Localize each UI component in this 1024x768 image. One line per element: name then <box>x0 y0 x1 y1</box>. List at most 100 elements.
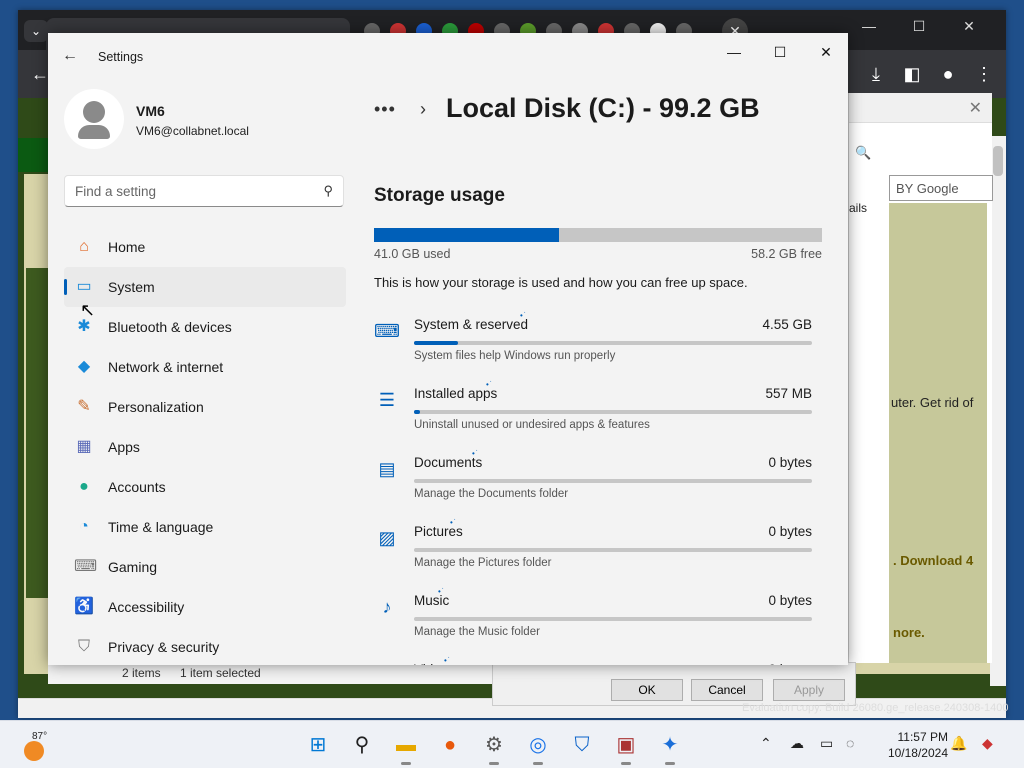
free-label: 58.2 GB free <box>751 247 822 261</box>
clock[interactable]: 11:57 PM 10/18/2024 <box>870 729 948 761</box>
profile-icon[interactable]: ● <box>936 62 960 86</box>
storage-category[interactable]: ⌨ System & reserved •˙ 4.55 GB System files … <box>374 311 822 381</box>
app-title: Settings <box>98 50 144 64</box>
picture-icon: ▨ <box>378 528 396 548</box>
google-search-panel: ✕ 🔍 BY Google ails uter. Get rid of . Do… <box>848 93 993 663</box>
taskbar: 87° ⊞ ⚲ ▬ ● ⚙ ◎ ⛉ ▣ ✦ ⌃ ☁ ▭ ◌ 11:57 PM 1… <box>0 720 1024 768</box>
breadcrumb-overflow-button[interactable]: ••• <box>374 99 396 120</box>
user-profile[interactable]: VM6 VM6@collabnet.local <box>64 89 364 153</box>
sidebar-item-label: Personalization <box>108 399 204 415</box>
category-name: Installed apps <box>414 386 498 401</box>
search-icon[interactable]: 🔍 <box>855 145 871 161</box>
storage-category[interactable]: ☰ Installed apps •˙ 557 MB Uninstall unused … <box>374 380 822 450</box>
close-icon[interactable]: ✕ <box>806 39 846 65</box>
sidebar-item-accounts[interactable]: ● Accounts <box>64 467 346 507</box>
category-usage-bar <box>414 479 812 483</box>
mouse-cursor-icon: ↖ <box>80 300 96 320</box>
search-placeholder: Find a setting <box>75 184 157 199</box>
sidebar-item-personalization[interactable]: ✎ Personalization <box>64 387 346 427</box>
category-size: 0 bytes <box>768 455 812 470</box>
home-icon: ⌂ <box>79 238 89 255</box>
category-usage-fill <box>414 410 420 414</box>
sidebar-item-label: Apps <box>108 439 140 455</box>
settings-nav: ⌂ Home ▭ System ✱ Bluetooth & devices ◆ Network… <box>64 227 346 665</box>
settings-window: ← Settings — ☐ ✕ VM6 VM6@collabnet.local… <box>48 33 848 665</box>
storage-category[interactable]: ▨ Pictures •˙ 0 bytes Manage the Pictures fo… <box>374 518 822 588</box>
store-app-icon[interactable]: ✦ <box>656 731 684 765</box>
more-link[interactable]: nore. <box>893 625 925 640</box>
copilot-icon[interactable]: ◆ <box>982 735 993 752</box>
close-icon[interactable]: ✕ <box>954 18 984 35</box>
download-link[interactable]: . Download 4 <box>893 553 973 568</box>
download-icon[interactable]: ⤓ <box>864 62 888 86</box>
scrollbar-thumb[interactable] <box>993 146 1003 176</box>
gamepad-icon: ⌨ <box>74 558 98 575</box>
notification-bell-icon[interactable]: 🔔 <box>950 735 967 752</box>
loading-spinner-icon: •˙ <box>520 311 528 320</box>
more-menu-icon[interactable]: ⋮ <box>972 62 996 86</box>
file-explorer-icon[interactable]: ▬ <box>392 731 420 765</box>
maximize-icon[interactable]: ☐ <box>760 39 800 65</box>
maximize-icon[interactable]: ☐ <box>904 18 934 35</box>
sidebar-item-time-language[interactable]: ◔ Time & language <box>64 507 346 547</box>
folder-icon: ▤ <box>378 459 396 479</box>
laptop-icon: ⌨ <box>374 321 400 341</box>
category-size: 0 bytes <box>768 662 812 665</box>
avatar-body <box>78 125 110 139</box>
sidebar-item-bluetooth-devices[interactable]: ✱ Bluetooth & devices <box>64 307 346 347</box>
clock-time: 11:57 PM <box>897 730 948 744</box>
avatar[interactable] <box>64 89 124 149</box>
storage-used-fill <box>374 228 560 242</box>
category-description: Manage the Pictures folder <box>414 557 552 569</box>
cancel-button[interactable]: Cancel <box>691 679 763 701</box>
sidebar-item-privacy-security[interactable]: ⛉ Privacy & security <box>64 627 346 665</box>
minimize-icon[interactable]: — <box>854 18 884 34</box>
storage-description: This is how your storage is used and how… <box>374 275 748 290</box>
network-icon[interactable]: ▭ <box>820 735 833 752</box>
chevron-right-icon: › <box>420 99 426 119</box>
back-arrow-icon[interactable]: ← <box>62 47 78 65</box>
sidebar-item-label: System <box>108 279 155 295</box>
category-description: Manage the Documents folder <box>414 488 569 500</box>
sidebar-item-home[interactable]: ⌂ Home <box>64 227 346 267</box>
sidebar-icon[interactable]: ◧ <box>900 62 924 86</box>
search-icon[interactable]: ⚲ <box>348 731 376 759</box>
sidebar-item-system[interactable]: ▭ System <box>64 267 346 307</box>
app-icon[interactable]: ▣ <box>612 731 640 765</box>
settings-gear-icon[interactable]: ⚙ <box>480 731 508 765</box>
sidebar-item-label: Accessibility <box>108 599 185 615</box>
volume-icon[interactable]: ◌ <box>846 735 854 751</box>
storage-category[interactable]: ♪ Music •˙ 0 bytes Manage the Music folder <box>374 587 822 657</box>
category-name: System & reserved <box>414 317 529 332</box>
category-size: 0 bytes <box>768 524 812 539</box>
start-icon[interactable]: ⊞ <box>304 731 332 759</box>
sidebar-item-accessibility[interactable]: ♿ Accessibility <box>64 587 346 627</box>
apps-icon: ▦ <box>76 438 92 455</box>
google-search-box[interactable]: BY Google <box>889 175 993 201</box>
details-link[interactable]: ails <box>849 201 867 215</box>
sidebar-item-label: Network & internet <box>108 359 224 375</box>
vertical-scrollbar[interactable] <box>990 136 1006 686</box>
page-title: Local Disk (C:) - 99.2 GB <box>446 93 760 123</box>
firefox-icon[interactable]: ● <box>436 731 464 759</box>
minimize-icon[interactable]: — <box>714 39 754 65</box>
chevron-up-icon[interactable]: ⌃ <box>760 735 772 752</box>
sidebar-item-network-internet[interactable]: ◆ Network & internet <box>64 347 346 387</box>
sidebar-item-apps[interactable]: ▦ Apps <box>64 427 346 467</box>
panel-search[interactable]: 🔍 <box>849 133 993 173</box>
settings-search-input[interactable]: Find a setting ⚲ <box>64 175 344 207</box>
tab-search-button[interactable]: ⌄ <box>24 20 48 42</box>
user-name: VM6 <box>136 103 165 119</box>
sidebar-item-gaming[interactable]: ⌨ Gaming <box>64 547 346 587</box>
breadcrumb: ••• › Local Disk (C:) - 99.2 GB <box>374 93 822 133</box>
chrome-icon[interactable]: ◎ <box>524 731 552 765</box>
close-icon[interactable]: ✕ <box>969 98 982 118</box>
storage-category[interactable]: ▭Videos•˙0 bytesManage the Videos folder <box>374 656 822 665</box>
explorer-status-bar: 2 items 1 item selected <box>48 662 492 684</box>
weather-widget[interactable]: 87° <box>20 731 50 761</box>
ok-button[interactable]: OK <box>611 679 683 701</box>
defender-shield-icon[interactable]: ⛉ <box>568 731 596 759</box>
search-icon[interactable]: ⚲ <box>323 183 333 199</box>
cloud-icon[interactable]: ☁ <box>790 735 804 752</box>
storage-category[interactable]: ▤ Documents •˙ 0 bytes Manage the Documents … <box>374 449 822 519</box>
